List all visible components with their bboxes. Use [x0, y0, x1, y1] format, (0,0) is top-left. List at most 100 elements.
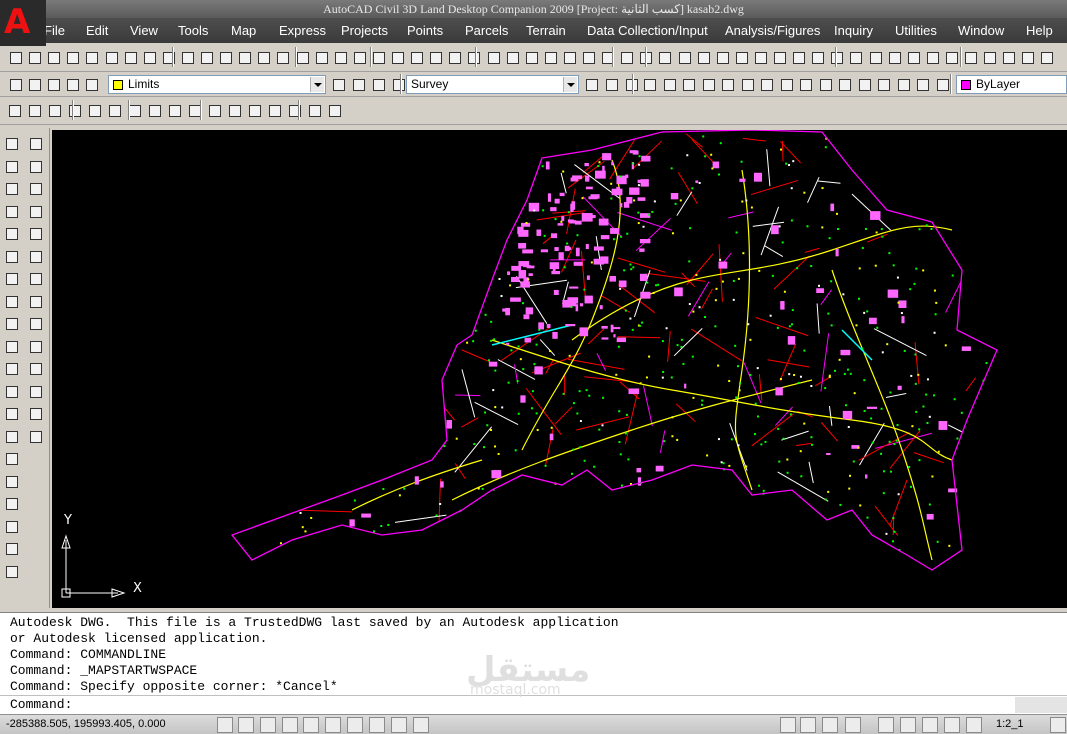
layer-state-tool-4-icon[interactable]	[389, 75, 407, 93]
properties-tool-10-icon[interactable]	[816, 75, 834, 93]
status-toggle-12-icon[interactable]	[800, 717, 816, 733]
standard-tool-35-icon[interactable]	[655, 48, 673, 66]
survey-tool-9-icon[interactable]	[165, 101, 183, 119]
properties-tool-3-icon[interactable]	[679, 75, 697, 93]
standard-tool-14-icon[interactable]	[254, 48, 272, 66]
standard-tool-2-icon[interactable]	[25, 48, 43, 66]
cogo-tool-12-icon[interactable]	[26, 382, 46, 402]
standard-tool-28-icon[interactable]	[522, 48, 540, 66]
status-toggle-8-icon[interactable]	[369, 717, 385, 733]
status-toggle-15-icon[interactable]	[878, 717, 894, 733]
menu-item-edit[interactable]: Edit	[86, 18, 108, 43]
menu-item-projects[interactable]: Projects	[341, 18, 388, 43]
workspace-dropdown[interactable]: Survey	[406, 75, 579, 94]
status-toggle-18-icon[interactable]	[944, 717, 960, 733]
menu-item-window[interactable]: Window	[958, 18, 1004, 43]
draw-tool-5-icon[interactable]	[2, 224, 22, 244]
survey-tool-1-icon[interactable]	[5, 101, 23, 119]
menu-item-data-collection-input[interactable]: Data Collection/Input	[587, 18, 708, 43]
menu-item-analysis-figures[interactable]: Analysis/Figures	[725, 18, 820, 43]
layer-tool-4-icon[interactable]	[63, 75, 81, 93]
status-toggle-19-icon[interactable]	[966, 717, 982, 733]
menu-item-tools[interactable]: Tools	[178, 18, 208, 43]
status-toggle-10-icon[interactable]	[413, 717, 429, 733]
standard-tool-55-icon[interactable]	[1037, 48, 1055, 66]
standard-tool-42-icon[interactable]	[789, 48, 807, 66]
survey-tool-3-icon[interactable]	[45, 101, 63, 119]
menu-item-parcels[interactable]: Parcels	[465, 18, 508, 43]
draw-tool-17-icon[interactable]	[2, 494, 22, 514]
draw-tool-11-icon[interactable]	[2, 359, 22, 379]
standard-tool-30-icon[interactable]	[560, 48, 578, 66]
standard-tool-40-icon[interactable]	[751, 48, 769, 66]
standard-tool-47-icon[interactable]	[885, 48, 903, 66]
cogo-tool-14-icon[interactable]	[26, 427, 46, 447]
survey-tool-2-icon[interactable]	[25, 101, 43, 119]
properties-tool-15-icon[interactable]	[913, 75, 931, 93]
standard-tool-43-icon[interactable]	[808, 48, 826, 66]
draw-tool-6-icon[interactable]	[2, 247, 22, 267]
draw-tool-19-icon[interactable]	[2, 539, 22, 559]
properties-tool-8-icon[interactable]	[777, 75, 795, 93]
standard-tool-45-icon[interactable]	[846, 48, 864, 66]
survey-tool-4-icon[interactable]	[65, 101, 83, 119]
cogo-tool-9-icon[interactable]	[26, 314, 46, 334]
status-toggle-16-icon[interactable]	[900, 717, 916, 733]
properties-tool-7-icon[interactable]	[757, 75, 775, 93]
standard-tool-1-icon[interactable]	[6, 48, 24, 66]
command-scrollbar[interactable]	[1015, 697, 1067, 713]
standard-tool-19-icon[interactable]	[350, 48, 368, 66]
cogo-tool-10-icon[interactable]	[26, 337, 46, 357]
draw-tool-14-icon[interactable]	[2, 427, 22, 447]
menu-item-express[interactable]: Express	[279, 18, 326, 43]
properties-tool-12-icon[interactable]	[855, 75, 873, 93]
standard-tool-51-icon[interactable]	[961, 48, 979, 66]
standard-tool-13-icon[interactable]	[235, 48, 253, 66]
draw-tool-3-icon[interactable]	[2, 179, 22, 199]
autocad-logo-icon[interactable]: A	[0, 0, 46, 46]
survey-tool-17-icon[interactable]	[325, 101, 343, 119]
draw-tool-15-icon[interactable]	[2, 449, 22, 469]
color-dropdown[interactable]: ByLayer	[956, 75, 1067, 94]
draw-tool-10-icon[interactable]	[2, 337, 22, 357]
cogo-tool-5-icon[interactable]	[26, 224, 46, 244]
properties-tool-9-icon[interactable]	[796, 75, 814, 93]
cogo-tool-11-icon[interactable]	[26, 359, 46, 379]
survey-tool-11-icon[interactable]	[205, 101, 223, 119]
standard-tool-49-icon[interactable]	[923, 48, 941, 66]
standard-tool-11-icon[interactable]	[197, 48, 215, 66]
survey-tool-5-icon[interactable]	[85, 101, 103, 119]
menu-item-file[interactable]: File	[44, 18, 65, 43]
cogo-tool-6-icon[interactable]	[26, 247, 46, 267]
draw-tool-7-icon[interactable]	[2, 269, 22, 289]
layer-state-tool-1-icon[interactable]	[329, 75, 347, 93]
status-toggle-9-icon[interactable]	[391, 717, 407, 733]
menu-item-map[interactable]: Map	[231, 18, 256, 43]
standard-tool-29-icon[interactable]	[541, 48, 559, 66]
standard-tool-12-icon[interactable]	[216, 48, 234, 66]
standard-tool-24-icon[interactable]	[445, 48, 463, 66]
standard-tool-23-icon[interactable]	[426, 48, 444, 66]
menu-item-utilities[interactable]: Utilities	[895, 18, 937, 43]
status-toggle-6-icon[interactable]	[325, 717, 341, 733]
standard-tool-9-icon[interactable]	[159, 48, 177, 66]
layer-state-tool-3-icon[interactable]	[369, 75, 387, 93]
standard-tool-18-icon[interactable]	[331, 48, 349, 66]
draw-tool-9-icon[interactable]	[2, 314, 22, 334]
cogo-tool-4-icon[interactable]	[26, 202, 46, 222]
chevron-down-icon[interactable]	[310, 77, 324, 92]
draw-tool-16-icon[interactable]	[2, 472, 22, 492]
cogo-tool-3-icon[interactable]	[26, 179, 46, 199]
survey-tool-15-icon[interactable]	[285, 101, 303, 119]
status-toggle-3-icon[interactable]	[260, 717, 276, 733]
standard-tool-48-icon[interactable]	[904, 48, 922, 66]
standard-tool-7-icon[interactable]	[121, 48, 139, 66]
menu-item-terrain[interactable]: Terrain	[526, 18, 566, 43]
menu-item-view[interactable]: View	[130, 18, 158, 43]
properties-tool-6-icon[interactable]	[738, 75, 756, 93]
standard-tool-10-icon[interactable]	[178, 48, 196, 66]
draw-tool-20-icon[interactable]	[2, 562, 22, 582]
draw-tool-13-icon[interactable]	[2, 404, 22, 424]
survey-tool-13-icon[interactable]	[245, 101, 263, 119]
draw-tool-1-icon[interactable]	[2, 134, 22, 154]
